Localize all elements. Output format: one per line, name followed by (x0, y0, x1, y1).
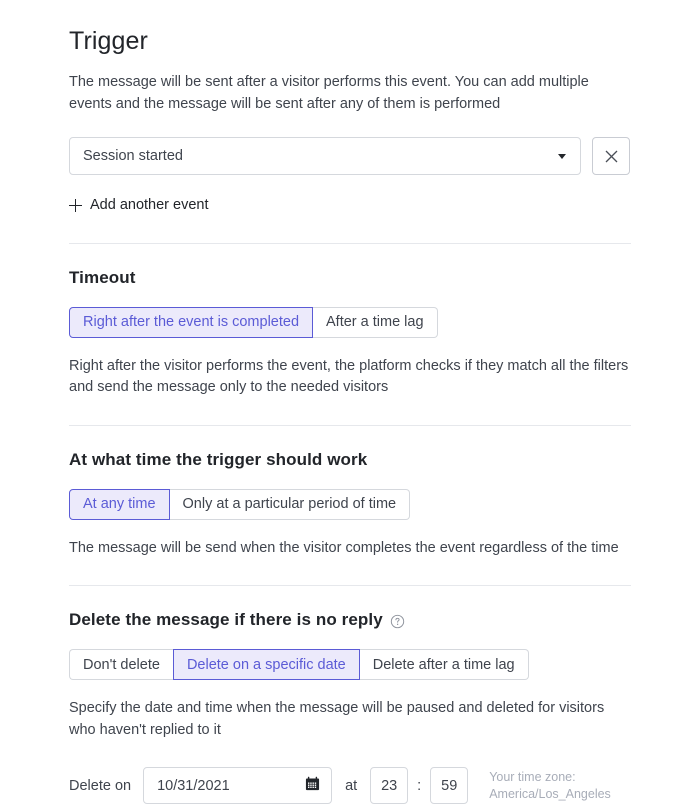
delete-message-segmented-control: Don't delete Delete on a specific date D… (69, 649, 529, 680)
timezone-info: Your time zone: America/Los_Angeles (489, 769, 611, 803)
add-another-event-button[interactable]: Add another event (69, 197, 209, 213)
timeout-option-right-after[interactable]: Right after the event is completed (69, 306, 314, 338)
delete-message-heading: Delete the message if there is no reply (69, 610, 631, 630)
chevron-down-icon (558, 153, 566, 159)
timeout-heading: Timeout (69, 268, 631, 288)
trigger-description: The message will be sent after a visitor… (69, 74, 589, 112)
delete-message-heading-label: Delete the message if there is no reply (69, 610, 383, 629)
close-icon (604, 149, 619, 164)
trigger-settings-panel: Trigger The message will be sent after a… (0, 0, 700, 804)
trigger-time-option-any-time[interactable]: At any time (69, 488, 170, 520)
at-label: at (345, 777, 358, 794)
plus-icon (69, 198, 82, 212)
add-another-event-label: Add another event (90, 197, 209, 213)
delete-on-label: Delete on (69, 777, 132, 794)
delete-hours-input[interactable]: 23 (370, 767, 409, 804)
timeout-option-time-lag[interactable]: After a time lag (313, 306, 438, 338)
delete-option-specific-date[interactable]: Delete on a specific date (172, 649, 360, 680)
remove-event-button[interactable] (592, 137, 630, 175)
delete-message-section: Delete the message if there is no reply … (69, 586, 631, 804)
delete-on-row: Delete on 10/31/2021 at 23: 59 Your tim… (69, 767, 631, 804)
trigger-time-heading: At what time the trigger should work (69, 450, 631, 470)
trigger-time-option-particular-period[interactable]: Only at a particular period of time (169, 488, 411, 520)
trigger-time-section: At what time the trigger should work At … (69, 426, 631, 560)
timeout-section: Timeout Right after the event is complet… (69, 244, 631, 399)
event-select-value: Session started (83, 148, 183, 164)
trigger-time-description: The message will be send when the visito… (69, 539, 619, 556)
trigger-time-segmented-control: At any time Only at a particular period … (69, 488, 411, 520)
calendar-icon[interactable] (305, 776, 320, 795)
timezone-value: America/Los_Angeles (489, 786, 611, 801)
timeout-heading-label: Timeout (69, 267, 136, 287)
delete-date-value: 10/31/2021 (157, 777, 230, 794)
timeout-description: Right after the visitor performs the eve… (69, 357, 629, 396)
page-title: Trigger (69, 27, 148, 55)
delete-minutes-input[interactable]: 59 (430, 767, 469, 804)
delete-message-description: Specify the date and time when the messa… (69, 700, 605, 738)
trigger-event-row: Session started (69, 137, 631, 175)
delete-option-time-lag[interactable]: Delete after a time lag (359, 649, 529, 680)
timezone-label: Your time zone: (489, 769, 576, 784)
event-select[interactable]: Session started (69, 137, 581, 175)
delete-option-dont-delete[interactable]: Don't delete (69, 649, 173, 680)
time-separator: : (417, 777, 422, 794)
timeout-segmented-control: Right after the event is completed After… (69, 306, 438, 338)
help-circle-icon[interactable] (390, 614, 405, 629)
trigger-time-heading-label: At what time the trigger should work (69, 449, 368, 469)
delete-date-input[interactable]: 10/31/2021 (143, 767, 333, 804)
